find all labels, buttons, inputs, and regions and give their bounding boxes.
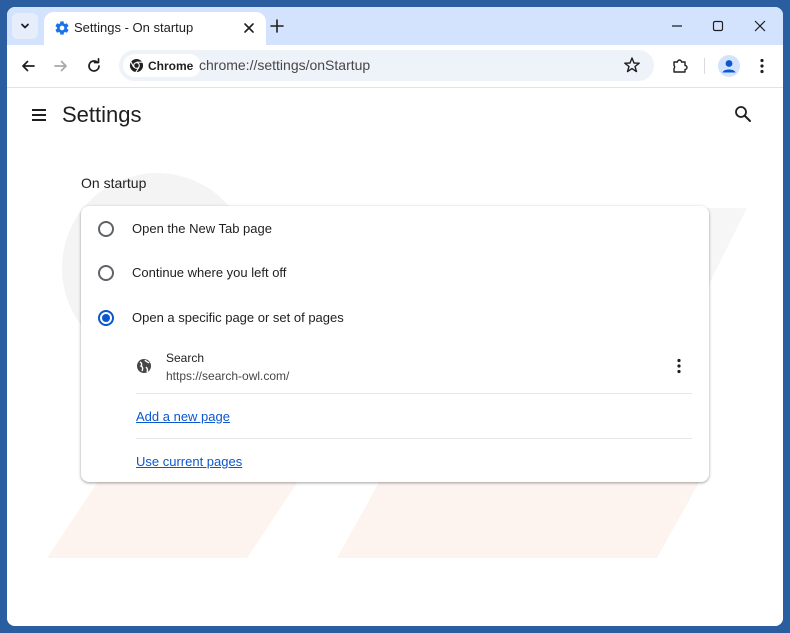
profile-avatar[interactable] [718,55,740,77]
divider [136,438,692,439]
radio-option-new-tab[interactable]: Open the New Tab page [81,214,709,244]
tab-title: Settings - On startup [74,20,194,35]
minimize-icon[interactable] [669,18,685,34]
tab-search-button[interactable] [12,13,38,39]
search-icon[interactable] [733,104,753,124]
tab-settings[interactable]: Settings - On startup [44,12,266,45]
use-current-pages-link[interactable]: Use current pages [136,454,242,469]
radio-label: Open the New Tab page [132,221,272,236]
radio-option-specific-pages[interactable]: Open a specific page or set of pages [81,303,709,333]
radio-button-checked[interactable] [98,310,114,326]
radio-button[interactable] [98,221,114,237]
reload-icon[interactable] [85,57,103,75]
chevron-down-icon [21,23,29,29]
hamburger-menu-icon[interactable] [30,106,48,124]
chrome-logo-icon [129,58,144,73]
gear-icon [55,21,69,35]
radio-button[interactable] [98,265,114,281]
toolbar: Chrome chrome://settings/onStartup [7,45,783,88]
extensions-icon[interactable] [671,57,689,75]
site-info-chip[interactable]: Chrome [123,54,202,77]
globe-icon [137,359,151,373]
address-bar[interactable]: Chrome chrome://settings/onStartup [119,50,654,81]
startup-options-card: Open the New Tab page Continue where you… [81,206,709,482]
toolbar-separator [704,58,705,74]
new-tab-icon[interactable] [268,17,286,35]
chip-label: Chrome [148,58,194,73]
section-title: On startup [81,175,147,191]
close-tab-icon[interactable] [241,20,257,36]
radio-option-continue[interactable]: Continue where you left off [81,258,709,288]
browser-window: Settings - On startup Chrome chrome://se… [7,7,783,626]
close-window-icon[interactable] [752,18,768,34]
more-actions-icon[interactable] [670,357,688,375]
page-title: Settings [62,102,142,127]
maximize-icon[interactable] [710,18,726,34]
startup-page-entry: Search https://search-owl.com/ [136,346,692,394]
startup-page-url: https://search-owl.com/ [166,369,290,383]
tab-strip: Settings - On startup [7,7,783,45]
url-text[interactable]: chrome://settings/onStartup [199,57,370,73]
radio-label: Continue where you left off [132,265,287,280]
forward-icon[interactable] [52,57,70,75]
radio-label: Open a specific page or set of pages [132,310,344,325]
divider [136,393,692,394]
settings-page: Settings On startup Open the New Tab pag… [7,88,783,626]
back-icon[interactable] [19,57,37,75]
bookmark-star-icon[interactable] [623,56,641,74]
person-icon [722,60,736,73]
add-new-page-link[interactable]: Add a new page [136,409,230,424]
startup-page-name: Search [166,351,205,365]
kebab-menu-icon[interactable] [753,57,771,75]
